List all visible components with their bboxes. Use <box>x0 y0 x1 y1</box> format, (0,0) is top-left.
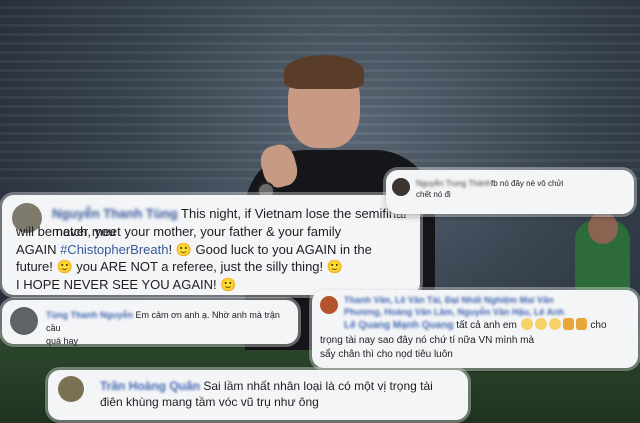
emoji-icon <box>520 318 533 330</box>
comment-text-line-2: will be never meet your mother, your fat… <box>16 224 342 239</box>
emoji-icon <box>534 318 547 330</box>
comment-card-2: Tùng Thanh Nguyễn Em cảm ơn anh ạ. Nhờ a… <box>2 300 298 346</box>
commenter-name[interactable]: Nguyễn Thanh Tùng <box>52 206 178 221</box>
commenter-avatar[interactable] <box>58 376 84 402</box>
hand-emoji-icon <box>562 318 574 330</box>
comment-text-line-3b: ! 🙂 Good luck to you AGAIN in the <box>168 241 372 257</box>
comment-text-3: sẩy chân thì cho nọd tiêu luôn <box>320 349 453 360</box>
comment-card-4: Thanh Vân, Lê Văn Tài, Đại Nhất Nghiệm M… <box>312 290 638 368</box>
comment-card-3: Nguyễn Trung Thànhfb nó đây nè vô chửi c… <box>386 170 634 214</box>
hashtag-link[interactable]: #ChistopherBreath <box>60 242 168 257</box>
comment-card-1: Nguyễn Thanh Tùng This night, if Vietnam… <box>2 195 420 295</box>
comment-text-2a: trọng tài nay sao đây <box>320 335 416 346</box>
comment-text-2b: nó chứ tí nữa VN mình mà <box>415 335 535 346</box>
comment-text-suffix: cho <box>590 320 607 331</box>
comment-text-line-3a: AGAIN <box>16 241 61 257</box>
comment-text-1: fb nó đây nè vô chửi <box>491 179 564 188</box>
referee-hair <box>284 55 364 89</box>
comment-text-2: chết <box>416 190 434 199</box>
commenter-avatar[interactable] <box>10 307 38 335</box>
comment-text-3: nó đi <box>433 190 451 199</box>
comment-text-line-4: future! 🙂 you ARE NOT a referee, just th… <box>16 259 343 274</box>
commenter-name-blurred[interactable]: Nguyễn Trung Thành <box>416 179 491 188</box>
commenter-name[interactable]: Trần Hoàng Quân <box>100 379 200 393</box>
commenter-name[interactable]: Tùng Thanh Nguyễn <box>46 310 133 320</box>
comment-text-1: Sai lầm nhất nhân loại là có một vị trọn… <box>203 379 433 393</box>
emoji-icon <box>548 318 561 330</box>
comment-card-5: Trần Hoàng Quân Sai lầm nhất nhân loại l… <box>48 370 468 420</box>
comment-text-1: tất cả anh em <box>453 320 520 331</box>
comment-text-2: quá hay <box>46 336 79 346</box>
tagged-names-line-1[interactable]: Thanh Vân, Lê Văn Tài, Đại Nhất Nghiệm M… <box>344 294 634 306</box>
comment-text-2: điên khùng mang tầm vóc vũ trụ như ông <box>100 395 319 409</box>
background-player-head <box>588 212 618 244</box>
tagged-names-line-2[interactable]: Phương, Hoàng Văn Lâm, Nguyễn Văn Hậu, L… <box>344 306 634 318</box>
tagged-names-line-3[interactable]: Lê Quang Mạnh Quang <box>344 320 453 331</box>
commenter-avatar[interactable] <box>392 178 410 196</box>
hand-emoji-icon <box>575 318 587 330</box>
commenter-avatar[interactable] <box>320 296 338 314</box>
